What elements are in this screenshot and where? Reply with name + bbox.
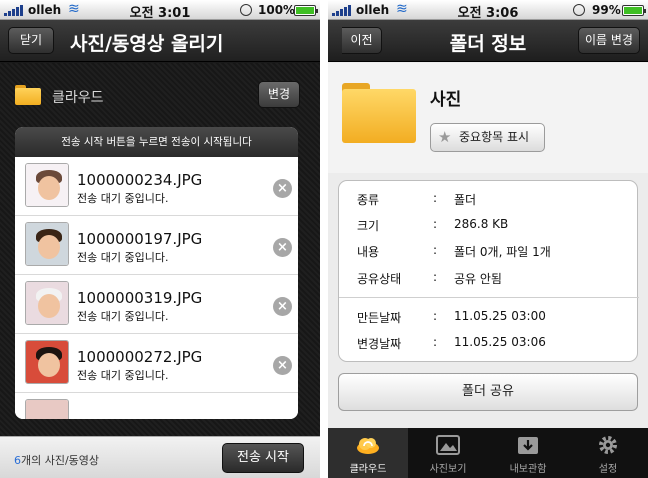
list-item[interactable]: 1000000197.JPG 전송 대기 중입니다. ×: [15, 216, 298, 275]
list-item[interactable]: 1000000234.JPG 전송 대기 중입니다. ×: [15, 157, 298, 216]
list-item[interactable]: 1000000319.JPG 전송 대기 중입니다. ×: [15, 275, 298, 334]
rotation-lock-icon: [573, 4, 585, 16]
start-upload-button[interactable]: 전송 시작: [222, 443, 304, 473]
close-button[interactable]: 닫기: [8, 27, 54, 54]
photo-thumbnail: [25, 281, 69, 325]
status-bar: olleh ≋ 오전 3:01 100%: [0, 0, 320, 21]
upload-screen: olleh ≋ 오전 3:01 100% 닫기 사진/동영상 올리기 클라우드 …: [0, 0, 320, 478]
battery-percent: 99%: [592, 3, 621, 17]
nav-bar: 이전 폴더 정보 이름 변경: [328, 20, 648, 62]
change-destination-button[interactable]: 변경: [258, 81, 300, 108]
folder-info-card: 종류: 폴더 크기:286.8 KB 내용: 폴더 0개, 파일 1개 공유상태: 공…: [338, 180, 639, 362]
download-box-icon: [518, 437, 538, 454]
folder-header: 사진 ★ 중요항목 표시: [328, 63, 648, 173]
photo-thumbnail: [25, 163, 69, 207]
tab-my-storage[interactable]: 내보관함: [488, 428, 568, 478]
file-name: 1000000234.JPG: [77, 171, 203, 189]
info-row-size: 크기:286.8 KB: [357, 217, 509, 233]
page-title: 사진/동영상 올리기: [70, 33, 224, 55]
star-icon: ★: [438, 128, 452, 146]
upload-body: 클라우드 변경 전송 시작 버튼을 누르면 전송이 시작됩니다 10000002…: [0, 63, 320, 436]
remove-icon[interactable]: ×: [273, 356, 292, 375]
status-bar: olleh ≋ 오전 3:06 99%: [328, 0, 648, 21]
list-item[interactable]: [15, 393, 298, 419]
share-folder-button[interactable]: 폴더 공유: [338, 373, 638, 411]
file-name: 1000000319.JPG: [77, 289, 203, 307]
file-status: 전송 대기 중입니다.: [77, 192, 169, 205]
file-status: 전송 대기 중입니다.: [77, 369, 169, 382]
folder-icon: [342, 83, 416, 143]
upload-queue-panel: 전송 시작 버튼을 누르면 전송이 시작됩니다 1000000234.JPG 전…: [15, 127, 298, 419]
info-row-contents: 내용: 폴더 0개, 파일 1개: [357, 243, 551, 259]
folder-name: 사진: [430, 90, 462, 110]
file-name: 1000000272.JPG: [77, 348, 203, 366]
destination-folder-name: 클라우드: [52, 90, 104, 106]
remove-icon[interactable]: ×: [273, 238, 292, 257]
panel-header: 전송 시작 버튼을 누르면 전송이 시작됩니다: [15, 127, 298, 157]
rename-button[interactable]: 이름 변경: [578, 27, 640, 54]
tab-photos[interactable]: 사진보기: [408, 428, 488, 478]
tab-bar: 클라우드 사진보기 내보관함 설정: [328, 428, 648, 478]
tab-cloud[interactable]: 클라우드: [328, 428, 408, 478]
nav-bar: 닫기 사진/동영상 올리기: [0, 20, 320, 62]
photo-thumbnail: [25, 340, 69, 384]
photo-icon: [436, 435, 460, 455]
battery-icon: [294, 5, 318, 16]
remove-icon[interactable]: ×: [273, 297, 292, 316]
info-row-created: 만든날짜:11.05.25 03:00: [357, 309, 546, 325]
remove-icon[interactable]: ×: [273, 179, 292, 198]
bottom-toolbar: 6개의 사진/동영상 전송 시작: [0, 436, 320, 478]
info-row-type: 종류: 폴더: [357, 191, 477, 207]
folder-icon: [15, 85, 41, 105]
photo-thumbnail: [25, 399, 69, 419]
info-row-share-state: 공유상태: 공유 안됨: [357, 270, 502, 286]
item-count: 6개의 사진/동영상: [14, 454, 100, 467]
battery-icon: [622, 5, 646, 16]
photo-thumbnail: [25, 222, 69, 266]
mark-favorite-button[interactable]: ★ 중요항목 표시: [430, 123, 545, 152]
file-name: 1000000197.JPG: [77, 230, 203, 248]
rotation-lock-icon: [240, 4, 252, 16]
folder-info-screen: olleh ≋ 오전 3:06 99% 이전 폴더 정보 이름 변경 사진 ★ …: [328, 0, 648, 478]
cloud-icon: [357, 438, 379, 454]
info-row-modified: 변경날짜:11.05.25 03:06: [357, 335, 546, 351]
file-status: 전송 대기 중입니다.: [77, 310, 169, 323]
tab-settings[interactable]: 설정: [568, 428, 648, 478]
divider: [339, 297, 639, 298]
battery-percent: 100%: [258, 3, 296, 17]
gear-icon: [599, 436, 617, 454]
file-status: 전송 대기 중입니다.: [77, 251, 169, 264]
list-item[interactable]: 1000000272.JPG 전송 대기 중입니다. ×: [15, 334, 298, 393]
